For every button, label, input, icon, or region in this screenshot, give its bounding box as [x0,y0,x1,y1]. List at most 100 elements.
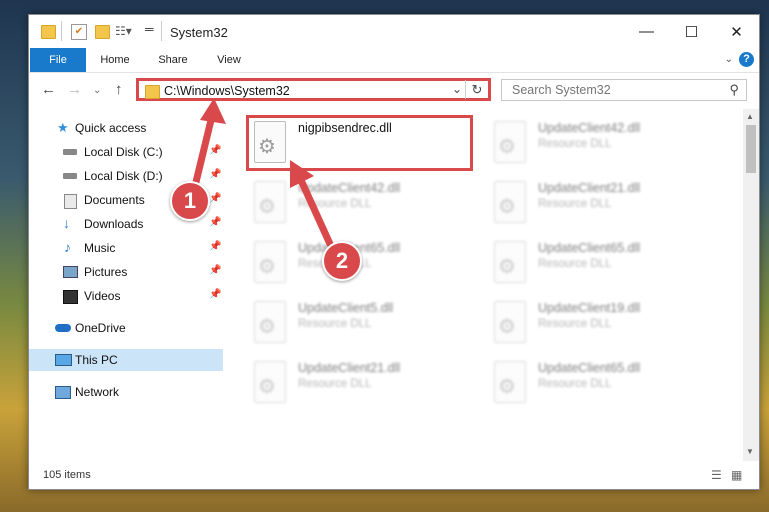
status-bar: 105 items ☰ ▦ [29,465,759,489]
divider [161,21,162,41]
file-tile[interactable]: ⚙ UpdateClient5.dll Resource DLL [248,297,478,349]
file-list: ⚙ nigpibsendrec.dll ⚙ UpdateClient42.dll… [226,111,741,463]
file-highlight-box [246,115,473,171]
download-icon: ↓ [63,215,70,231]
tab-view[interactable]: View [205,48,253,72]
file-tile[interactable]: ⚙ UpdateClient42.dll Resource DLL [488,117,718,169]
ribbon-tabs: File Home Share View ⌄ ? [29,48,759,73]
sidebar-item-network[interactable]: Network [29,381,223,403]
address-bar[interactable]: C:\Windows\System32 ⌄ ↻ [136,78,491,101]
forward-arrow-icon[interactable]: → [67,81,82,98]
pin-icon[interactable]: 📌 [209,265,221,276]
file-tile[interactable]: ⚙ UpdateClient65.dll Resource DLL [488,237,718,289]
search-input[interactable] [510,82,724,98]
file-type: Resource DLL [298,318,372,330]
file-type: Resource DLL [538,258,612,270]
pin-icon[interactable]: 📌 [209,193,221,204]
file-tile[interactable]: ⚙ UpdateClient65.dll Resource DLL [248,237,478,289]
file-tile[interactable]: ⚙ UpdateClient19.dll Resource DLL [488,297,718,349]
sidebar-item-label: Network [75,385,120,399]
details-view-icon[interactable]: ☰ [711,468,722,482]
file-name: UpdateClient42.dll [538,121,641,135]
window-title: System32 [170,25,228,40]
sidebar-item-label: Music [84,241,116,255]
pin-icon[interactable]: 📌 [209,169,221,180]
sidebar-item-label: This PC [75,353,118,367]
sidebar-item-label: Downloads [84,217,144,231]
dll-file-icon: ⚙ [254,301,286,343]
file-name: UpdateClient5.dll [298,301,394,315]
pin-icon[interactable]: 📌 [209,241,221,252]
customize-quick-access-icon[interactable]: ☷▾ [115,24,132,42]
expand-ribbon-icon[interactable]: ⌄ [725,54,733,65]
dll-file-icon: ⚙ [254,241,286,283]
sidebar-item-onedrive[interactable]: OneDrive [29,317,223,339]
new-folder-icon[interactable] [95,25,110,39]
pin-icon[interactable]: 📌 [209,217,221,228]
quick-access-dropdown-icon[interactable]: ═ [145,22,154,40]
file-tile[interactable]: ⚙ UpdateClient65.dll Resource DLL [488,357,718,409]
dll-file-icon: ⚙ [254,181,286,223]
divider [61,21,62,41]
gear-icon: ⚙ [498,136,516,158]
sidebar-item-this-pc[interactable]: This PC [29,349,223,371]
close-button[interactable]: ✕ [714,15,759,48]
drive-icon [63,149,77,155]
sidebar-item-local-disk-c[interactable]: Local Disk (C:) 📌 [29,141,223,163]
cloud-icon [55,324,71,332]
gear-icon: ⚙ [498,376,516,398]
sidebar-item-label: Documents [84,193,145,207]
sidebar-item-label: Videos [84,289,121,303]
up-arrow-icon[interactable]: ↑ [115,81,123,98]
computer-icon [55,354,72,366]
videos-icon [63,290,78,304]
tab-share[interactable]: Share [149,48,197,72]
minimize-button[interactable]: — [624,15,669,48]
item-count: 105 items [43,469,91,481]
step2-badge: 2 [322,241,362,281]
tab-file[interactable]: File [30,48,86,72]
scroll-up-icon[interactable]: ▲ [746,112,754,121]
sidebar-item-label: Pictures [84,265,128,279]
dll-file-icon: ⚙ [494,121,526,163]
refresh-icon[interactable]: ↻ [465,80,488,99]
file-name: UpdateClient65.dll [538,361,641,375]
file-name: UpdateClient21.dll [538,181,641,195]
scrollbar-thumb[interactable] [746,125,756,173]
file-type: Resource DLL [538,378,612,390]
address-path[interactable]: C:\Windows\System32 [164,84,290,98]
sidebar-item-quick-access[interactable]: ★ Quick access [29,117,223,139]
gear-icon: ⚙ [498,256,516,278]
dll-file-icon: ⚙ [494,241,526,283]
search-box[interactable]: ⚲ [501,79,747,101]
tab-home[interactable]: Home [91,48,139,72]
file-name: UpdateClient21.dll [298,361,401,375]
dll-file-icon: ⚙ [254,361,286,403]
dll-file-icon: ⚙ [494,301,526,343]
dll-file-icon: ⚙ [494,181,526,223]
file-type: Resource DLL [538,138,612,150]
sidebar-item-pictures[interactable]: Pictures 📌 [29,261,223,283]
pin-icon[interactable]: 📌 [209,289,221,300]
sidebar-item-music[interactable]: ♪ Music 📌 [29,237,223,259]
star-icon: ★ [57,120,69,135]
chevron-down-icon[interactable]: ⌄ [452,82,462,96]
gear-icon: ⚙ [498,316,516,338]
file-tile[interactable]: ⚙ UpdateClient42.dll Resource DLL [248,177,478,229]
search-icon[interactable]: ⚲ [729,82,739,98]
file-tile[interactable]: ⚙ UpdateClient21.dll Resource DLL [488,177,718,229]
folder-icon [41,25,56,39]
back-arrow-icon[interactable]: ← [41,81,56,98]
properties-icon[interactable]: ✔ [71,24,87,40]
file-name: UpdateClient42.dll [298,181,401,195]
sidebar-item-videos[interactable]: Videos 📌 [29,285,223,307]
gear-icon: ⚙ [258,196,276,218]
scroll-down-icon[interactable]: ▼ [746,447,754,456]
help-icon[interactable]: ? [739,52,754,67]
large-icons-view-icon[interactable]: ▦ [731,468,742,482]
pin-icon[interactable]: 📌 [209,145,221,156]
file-tile[interactable]: ⚙ UpdateClient21.dll Resource DLL [248,357,478,409]
maximize-button[interactable]: ☐ [669,15,714,48]
recent-locations-icon[interactable]: ⌄ [93,85,101,96]
vertical-scrollbar[interactable]: ▲ ▼ [743,109,759,461]
